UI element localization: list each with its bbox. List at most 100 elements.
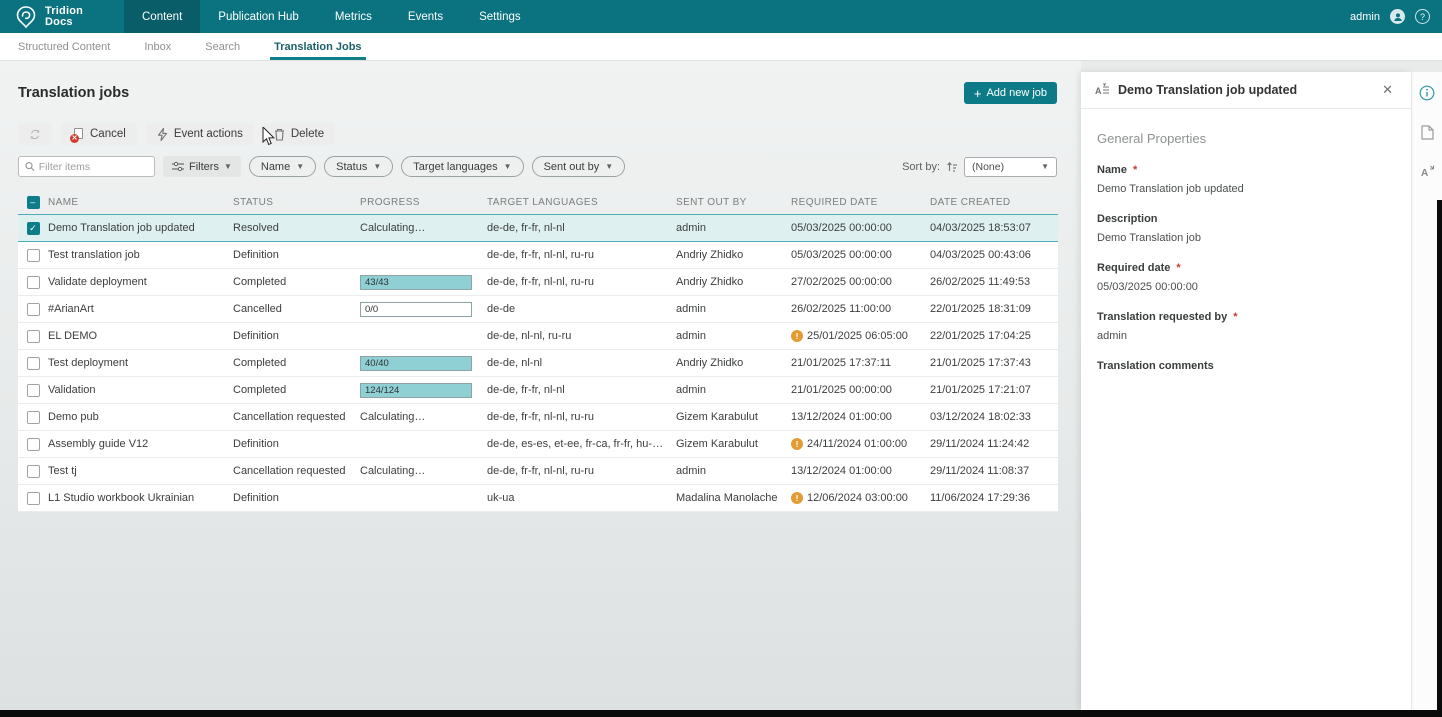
filter-search-box[interactable]	[18, 156, 155, 177]
table-row[interactable]: #ArianArt Cancelled 0/0 de-de admin 26/0…	[18, 296, 1058, 323]
row-checkbox[interactable]	[27, 492, 40, 505]
column-header-sent-out-by[interactable]: SENT OUT BY	[676, 197, 791, 208]
screen-letterbox	[1437, 200, 1442, 710]
topnav-item-publication-hub[interactable]: Publication Hub	[200, 0, 317, 33]
row-checkbox[interactable]	[27, 384, 40, 397]
row-checkbox[interactable]	[27, 303, 40, 316]
table-row[interactable]: EL DEMO Definition de-de, nl-nl, ru-ru a…	[18, 323, 1058, 350]
warning-icon: !	[791, 492, 803, 504]
topnav-item-content[interactable]: Content	[124, 0, 200, 33]
brand-logo[interactable]: Tridion Docs	[0, 5, 112, 29]
subnav-tab-search[interactable]: Search	[205, 41, 240, 60]
table-row[interactable]: ✓ Demo Translation job updated Resolved …	[18, 214, 1058, 242]
event-actions-button[interactable]: Event actions	[146, 123, 254, 145]
filter-pill-name[interactable]: Name ▼	[249, 156, 316, 177]
column-header-name[interactable]: NAME	[48, 197, 233, 208]
job-date-created: 21/01/2025 17:21:07	[930, 384, 1058, 396]
row-checkbox[interactable]	[27, 438, 40, 451]
job-required-date: 05/03/2025 00:00:00	[791, 249, 930, 261]
translation-jobs-table: – NAME STATUS PROGRESS TARGET LANGUAGES …	[18, 190, 1058, 512]
top-navbar: Tridion Docs ContentPublication HubMetri…	[0, 0, 1442, 33]
column-header-status[interactable]: STATUS	[233, 197, 360, 208]
row-checkbox[interactable]	[27, 330, 40, 343]
job-sent-out-by: admin	[676, 303, 791, 315]
row-checkbox[interactable]	[27, 249, 40, 262]
job-status: Cancelled	[233, 303, 360, 315]
add-new-job-button[interactable]: + Add new job	[964, 82, 1057, 104]
job-date-created: 29/11/2024 11:08:37	[930, 465, 1058, 477]
subnav-tab-structured-content[interactable]: Structured Content	[18, 41, 110, 60]
page-title: Translation jobs	[18, 85, 129, 101]
refresh-button[interactable]	[18, 123, 52, 145]
job-date-created: 04/03/2025 18:53:07	[930, 222, 1058, 234]
topnav-item-settings[interactable]: Settings	[461, 0, 539, 33]
table-row[interactable]: Demo pub Cancellation requested Calculat…	[18, 404, 1058, 431]
filter-pill-status[interactable]: Status ▼	[324, 156, 393, 177]
row-checkbox[interactable]: ✓	[27, 222, 40, 235]
job-status: Cancellation requested	[233, 465, 360, 477]
panel-section-title: General Properties	[1097, 131, 1395, 146]
row-checkbox[interactable]	[27, 411, 40, 424]
subnav-tab-translation-jobs[interactable]: Translation Jobs	[274, 41, 361, 60]
job-name: Assembly guide V12	[48, 438, 233, 450]
font-settings-tab-icon[interactable]: A	[1418, 162, 1436, 180]
topnav-item-metrics[interactable]: Metrics	[317, 0, 390, 33]
plus-icon: +	[974, 88, 982, 99]
table-row[interactable]: Test deployment Completed 40/40 de-de, n…	[18, 350, 1058, 377]
cancel-button[interactable]: ✕ Cancel	[61, 123, 137, 145]
row-checkbox[interactable]	[27, 276, 40, 289]
sort-direction-icon[interactable]	[946, 161, 958, 173]
row-checkbox[interactable]	[27, 465, 40, 478]
filter-pill-target-languages[interactable]: Target languages ▼	[401, 156, 523, 177]
filters-button[interactable]: Filters ▼	[163, 156, 241, 177]
user-avatar-icon[interactable]	[1390, 9, 1405, 24]
job-date-created: 11/06/2024 17:29:36	[930, 492, 1058, 504]
job-status: Definition	[233, 492, 360, 504]
row-checkbox[interactable]	[27, 357, 40, 370]
filter-items-input[interactable]	[39, 161, 148, 173]
panel-field-name: Name * Demo Translation job updated	[1097, 164, 1395, 195]
table-row[interactable]: L1 Studio workbook Ukrainian Definition …	[18, 485, 1058, 512]
job-target-languages: de-de, fr-fr, nl-nl	[487, 384, 676, 396]
job-progress: Calculating…	[360, 411, 487, 423]
filter-pill-sent-out-by[interactable]: Sent out by ▼	[532, 156, 626, 177]
table-row[interactable]: Assembly guide V12 Definition de-de, es-…	[18, 431, 1058, 458]
table-row[interactable]: Validation Completed 124/124 de-de, fr-f…	[18, 377, 1058, 404]
toolbar: ✕ Cancel Event actions Delete	[18, 123, 335, 145]
close-icon[interactable]: ✕	[1378, 80, 1397, 100]
topnav-item-events[interactable]: Events	[390, 0, 461, 33]
secondary-nav: Structured Content Inbox Search Translation…	[0, 33, 1442, 61]
filter-row: Filters ▼ Name ▼ Status ▼ Target languag…	[18, 156, 1057, 177]
job-progress: 0/0	[360, 302, 487, 317]
select-all-checkbox[interactable]: –	[27, 196, 40, 209]
help-icon[interactable]: ?	[1415, 9, 1430, 24]
job-name: Test tj	[48, 465, 233, 477]
job-required-date: 26/02/2025 11:00:00	[791, 303, 930, 315]
delete-button[interactable]: Delete	[263, 123, 335, 145]
job-sent-out-by: admin	[676, 222, 791, 234]
document-tab-icon[interactable]	[1418, 123, 1436, 141]
table-row[interactable]: Test tj Cancellation requested Calculati…	[18, 458, 1058, 485]
sort-by-dropdown[interactable]: (None) ▼	[964, 157, 1057, 177]
table-row[interactable]: Validate deployment Completed 43/43 de-d…	[18, 269, 1058, 296]
job-sent-out-by: Andriy Zhidko	[676, 276, 791, 288]
job-name: #ArianArt	[48, 303, 233, 315]
user-name[interactable]: admin	[1350, 11, 1380, 23]
job-date-created: 21/01/2025 17:37:43	[930, 357, 1058, 369]
job-sent-out-by: admin	[676, 465, 791, 477]
column-header-target-languages[interactable]: TARGET LANGUAGES	[487, 197, 676, 208]
job-status: Completed	[233, 276, 360, 288]
job-target-languages: de-de, nl-nl	[487, 357, 676, 369]
column-header-date-created[interactable]: DATE CREATED	[930, 197, 1058, 208]
subnav-tab-inbox[interactable]: Inbox	[144, 41, 171, 60]
job-date-created: 22/01/2025 17:04:25	[930, 330, 1058, 342]
warning-icon: !	[791, 330, 803, 342]
job-target-languages: de-de, nl-nl, ru-ru	[487, 330, 676, 342]
table-row[interactable]: Test translation job Definition de-de, f…	[18, 242, 1058, 269]
filters-icon	[172, 161, 184, 172]
properties-panel: A Demo Translation job updated ✕ General…	[1081, 72, 1411, 710]
info-tab-icon[interactable]	[1418, 84, 1436, 102]
column-header-progress[interactable]: PROGRESS	[360, 197, 487, 208]
job-sent-out-by: Andriy Zhidko	[676, 249, 791, 261]
column-header-required-date[interactable]: REQUIRED DATE	[791, 197, 930, 208]
